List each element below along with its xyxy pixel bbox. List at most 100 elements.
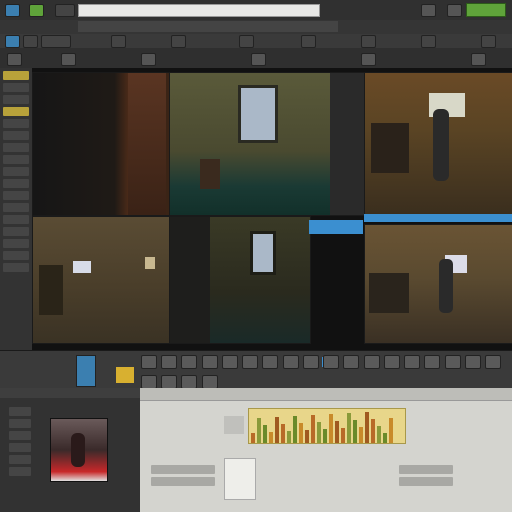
tool-icon[interactable]: [323, 355, 340, 369]
clip-marker[interactable]: [116, 367, 134, 383]
play-icon[interactable]: [5, 35, 20, 48]
tool-button[interactable]: [7, 53, 22, 66]
tool-icon[interactable]: [181, 355, 198, 369]
sidebar-item[interactable]: [3, 107, 29, 116]
tool-icon[interactable]: [262, 355, 279, 369]
clip-info-right: [396, 462, 456, 492]
tool-button[interactable]: [361, 35, 376, 48]
tool-button[interactable]: [171, 35, 186, 48]
waveform-bar: [383, 433, 387, 443]
tool-icon[interactable]: [424, 355, 441, 369]
file-list: [6, 404, 34, 500]
cabinet: [39, 265, 63, 315]
tool-button[interactable]: [481, 35, 496, 48]
door: [128, 73, 166, 215]
tool-icon[interactable]: [141, 355, 157, 369]
info-line: [399, 477, 453, 486]
tool-icon[interactable]: [484, 355, 501, 369]
sidebar-item[interactable]: [3, 215, 29, 224]
address-bar[interactable]: [78, 21, 338, 32]
sidebar-item[interactable]: [3, 251, 29, 260]
camera-tile-1[interactable]: [32, 72, 170, 216]
wall: [170, 217, 210, 343]
sidebar-item[interactable]: [3, 83, 29, 92]
tool-icon[interactable]: [242, 355, 259, 369]
tool-icon[interactable]: [181, 375, 198, 389]
sidebar-item[interactable]: [3, 239, 29, 248]
waveform-bar: [311, 415, 315, 443]
tool-icon[interactable]: [464, 355, 481, 369]
timeline-panel: [140, 388, 512, 512]
panel-header: [0, 388, 140, 398]
tool-button[interactable]: [471, 53, 486, 66]
sidebar-item[interactable]: [3, 263, 29, 272]
tool-icon[interactable]: [201, 355, 218, 369]
tool-button[interactable]: [61, 53, 76, 66]
file-item[interactable]: [9, 407, 31, 416]
tool-icon[interactable]: [363, 355, 380, 369]
tool-row: [0, 34, 512, 49]
tool-icon[interactable]: [302, 355, 319, 369]
file-item[interactable]: [9, 467, 31, 476]
camera-tile-6[interactable]: [364, 224, 512, 344]
tool-icon[interactable]: [161, 355, 178, 369]
sidebar-item[interactable]: [3, 227, 29, 236]
media-thumb[interactable]: [76, 355, 96, 387]
tool-button[interactable]: [301, 35, 316, 48]
sidebar-item[interactable]: [3, 179, 29, 188]
tool-button[interactable]: [41, 35, 71, 48]
sidebar-item[interactable]: [3, 131, 29, 140]
tool-button[interactable]: [23, 35, 38, 48]
monitor: [73, 261, 91, 273]
sidebar-item[interactable]: [3, 119, 29, 128]
secondary-toolbar: [0, 20, 512, 35]
tool-button[interactable]: [239, 35, 254, 48]
file-item[interactable]: [9, 431, 31, 440]
timeline-icons: [140, 353, 510, 389]
preview-thumbnail[interactable]: [50, 418, 108, 482]
sidebar-item[interactable]: [3, 191, 29, 200]
tool-button[interactable]: [361, 53, 376, 66]
sidebar-item[interactable]: [3, 143, 29, 152]
track-header: [224, 416, 244, 434]
waveform-bar: [371, 419, 375, 443]
tool-icon[interactable]: [201, 375, 218, 389]
camera-tile-5[interactable]: [169, 216, 311, 344]
window: [238, 85, 278, 143]
sidebar-item[interactable]: [3, 95, 29, 104]
tool-icon[interactable]: [141, 375, 157, 389]
file-item[interactable]: [9, 419, 31, 428]
tool-icon[interactable]: [444, 355, 461, 369]
waveform-bar: [299, 423, 303, 443]
sidebar-item[interactable]: [3, 155, 29, 164]
app-icon[interactable]: [5, 4, 20, 17]
sidebar-item[interactable]: [3, 71, 29, 80]
file-item[interactable]: [9, 455, 31, 464]
tool-icon[interactable]: [383, 355, 400, 369]
waveform-bar: [251, 433, 255, 443]
tool-icon[interactable]: [161, 375, 178, 389]
tool-icon[interactable]: [282, 355, 299, 369]
tool-button[interactable]: [421, 35, 436, 48]
waveform-bar: [317, 422, 321, 443]
tool-button[interactable]: [111, 35, 126, 48]
record-icon[interactable]: [421, 4, 436, 17]
sidebar-item[interactable]: [3, 203, 29, 212]
tool-icon[interactable]: [221, 355, 238, 369]
waveform-bar: [269, 432, 273, 443]
tool-icon[interactable]: [404, 355, 421, 369]
tool-button[interactable]: [141, 53, 156, 66]
waveform-bar: [353, 420, 357, 443]
settings-icon[interactable]: [447, 4, 462, 17]
search-input[interactable]: [78, 4, 320, 17]
camera-tile-2[interactable]: [169, 72, 365, 216]
tool-icon[interactable]: [343, 355, 360, 369]
view-icon[interactable]: [55, 4, 75, 17]
menu-icon[interactable]: [29, 4, 44, 17]
tool-button[interactable]: [251, 53, 266, 66]
sidebar-item[interactable]: [3, 167, 29, 176]
waveform-bar: [335, 421, 339, 443]
file-item[interactable]: [9, 443, 31, 452]
camera-tile-3[interactable]: [364, 72, 512, 216]
camera-tile-4[interactable]: [32, 216, 170, 344]
